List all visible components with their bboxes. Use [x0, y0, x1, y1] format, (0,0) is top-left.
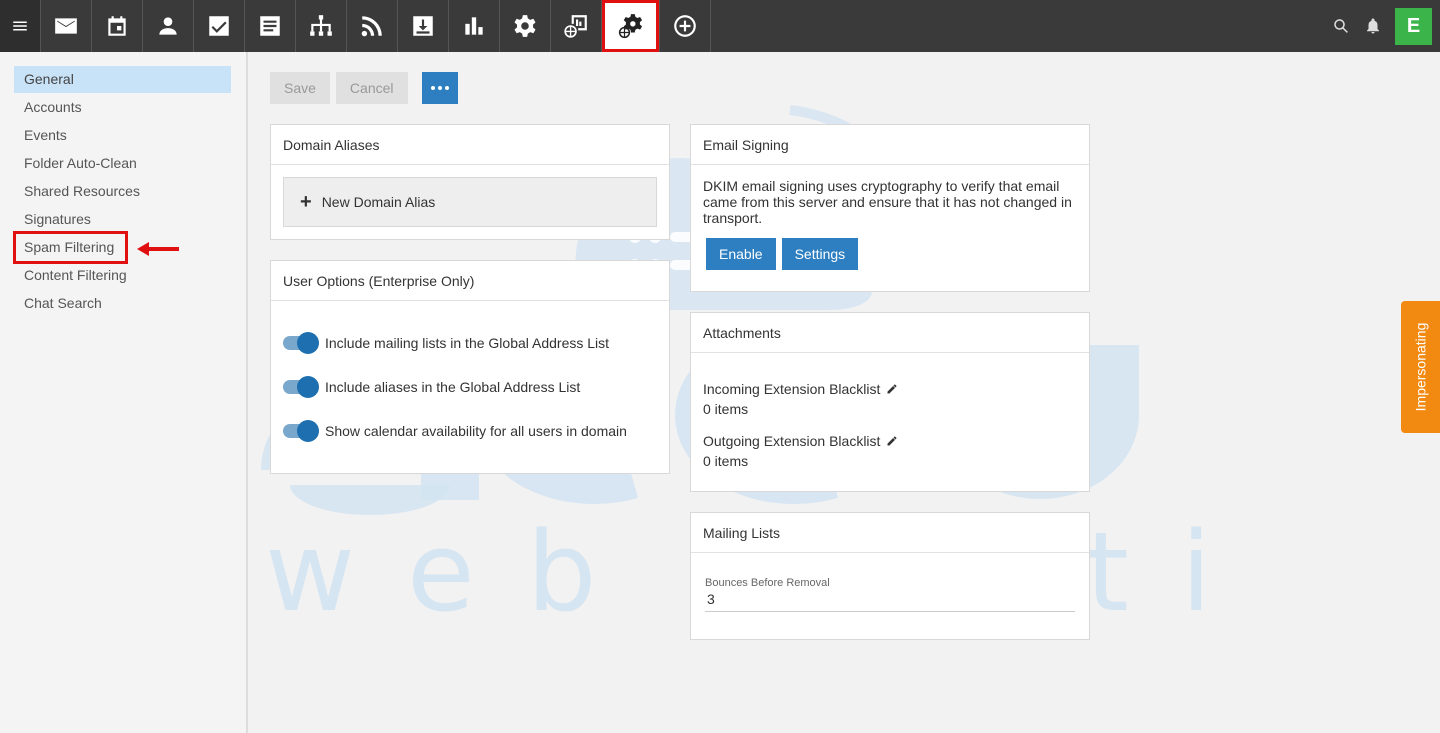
- cancel-button[interactable]: Cancel: [335, 72, 408, 104]
- edit-pencil-icon[interactable]: [886, 435, 898, 447]
- user-options-card: User Options (Enterprise Only) Include m…: [270, 260, 670, 474]
- enable-button[interactable]: Enable: [706, 238, 776, 270]
- sidebar: General Accounts Events Folder Auto-Clea…: [0, 52, 248, 733]
- red-arrow-annotation: [137, 242, 179, 256]
- sidebar-item-shared-resources[interactable]: Shared Resources: [14, 178, 231, 205]
- sidebar-item-signatures[interactable]: Signatures: [14, 206, 231, 233]
- search-icon[interactable]: [1325, 0, 1357, 52]
- plus-icon: +: [300, 190, 312, 213]
- more-options-button[interactable]: [421, 72, 458, 104]
- download-icon[interactable]: [398, 0, 449, 52]
- sidebar-item-general[interactable]: General: [14, 66, 231, 93]
- email-icon[interactable]: [41, 0, 92, 52]
- domain-settings-icon[interactable]: [602, 0, 660, 52]
- save-button[interactable]: Save: [270, 72, 330, 104]
- impersonating-tab[interactable]: Impersonating: [1401, 301, 1440, 433]
- attachments-card: Attachments Incoming Extension Blacklist…: [690, 312, 1090, 492]
- edit-pencil-icon[interactable]: [886, 383, 898, 395]
- settings-icon[interactable]: [500, 0, 551, 52]
- mailing-lists-card: Mailing Lists Bounces Before Removal: [690, 512, 1090, 640]
- new-domain-alias-button[interactable]: + New Domain Alias: [283, 177, 657, 227]
- add-circle-icon[interactable]: [660, 0, 711, 52]
- sidebar-item-chat-search[interactable]: Chat Search: [14, 290, 231, 317]
- rss-icon[interactable]: [347, 0, 398, 52]
- action-bar: Save Cancel: [270, 72, 458, 104]
- card-title: Domain Aliases: [271, 125, 669, 165]
- sidebar-item-accounts[interactable]: Accounts: [14, 94, 231, 121]
- settings-button[interactable]: Settings: [781, 238, 859, 270]
- toggle-row: Include mailing lists in the Global Addr…: [283, 321, 657, 365]
- toggle-label: Include aliases in the Global Address Li…: [325, 379, 581, 395]
- dkim-description: DKIM email signing uses cryptography to …: [703, 178, 1072, 226]
- email-signing-card: Email Signing DKIM email signing uses cr…: [690, 124, 1090, 292]
- domain-aliases-card: Domain Aliases + New Domain Alias: [270, 124, 670, 240]
- mailing-lists-gal-toggle[interactable]: [283, 332, 319, 354]
- toggle-row: Show calendar availability for all users…: [283, 409, 657, 453]
- calendar-icon[interactable]: [92, 0, 143, 52]
- new-domain-alias-label: New Domain Alias: [321, 194, 436, 210]
- outgoing-blacklist-count: 0 items: [703, 453, 749, 469]
- sitemap-icon[interactable]: [296, 0, 347, 52]
- domain-reports-icon[interactable]: [551, 0, 602, 52]
- bounces-before-removal-input[interactable]: [705, 589, 1075, 612]
- more-dot-icon: [430, 86, 435, 90]
- card-title: Mailing Lists: [691, 513, 1089, 553]
- incoming-blacklist-label[interactable]: Incoming Extension Blacklist: [703, 379, 1077, 399]
- top-right-controls: E: [1325, 0, 1440, 52]
- top-toolbar: E: [0, 0, 1440, 52]
- contacts-icon[interactable]: [143, 0, 194, 52]
- card-title: Attachments: [691, 313, 1089, 353]
- notes-icon[interactable]: [245, 0, 296, 52]
- incoming-blacklist-count: 0 items: [703, 401, 749, 417]
- bell-icon[interactable]: [1357, 0, 1389, 52]
- avatar[interactable]: E: [1395, 7, 1432, 45]
- toggle-row: Include aliases in the Global Address Li…: [283, 365, 657, 409]
- sidebar-item-folder-auto-clean[interactable]: Folder Auto-Clean: [14, 150, 231, 177]
- card-title: Email Signing: [691, 125, 1089, 165]
- toggle-label: Include mailing lists in the Global Addr…: [325, 335, 610, 351]
- menu-icon[interactable]: [0, 0, 41, 52]
- sidebar-item-content-filtering[interactable]: Content Filtering: [14, 262, 231, 289]
- sidebar-item-spam-filtering[interactable]: Spam Filtering: [13, 231, 128, 264]
- reports-icon[interactable]: [449, 0, 500, 52]
- sidebar-item-events[interactable]: Events: [14, 122, 231, 149]
- outgoing-blacklist-label[interactable]: Outgoing Extension Blacklist: [703, 431, 1077, 451]
- calendar-availability-toggle[interactable]: [283, 420, 319, 442]
- toggle-label: Show calendar availability for all users…: [325, 423, 627, 439]
- more-dot-icon: [437, 86, 442, 90]
- impersonating-label: Impersonating: [1412, 322, 1429, 412]
- more-dot-icon: [444, 86, 449, 90]
- aliases-gal-toggle[interactable]: [283, 376, 319, 398]
- bounces-label: Bounces Before Removal: [705, 577, 830, 589]
- tasks-icon[interactable]: [194, 0, 245, 52]
- card-title: User Options (Enterprise Only): [271, 261, 669, 301]
